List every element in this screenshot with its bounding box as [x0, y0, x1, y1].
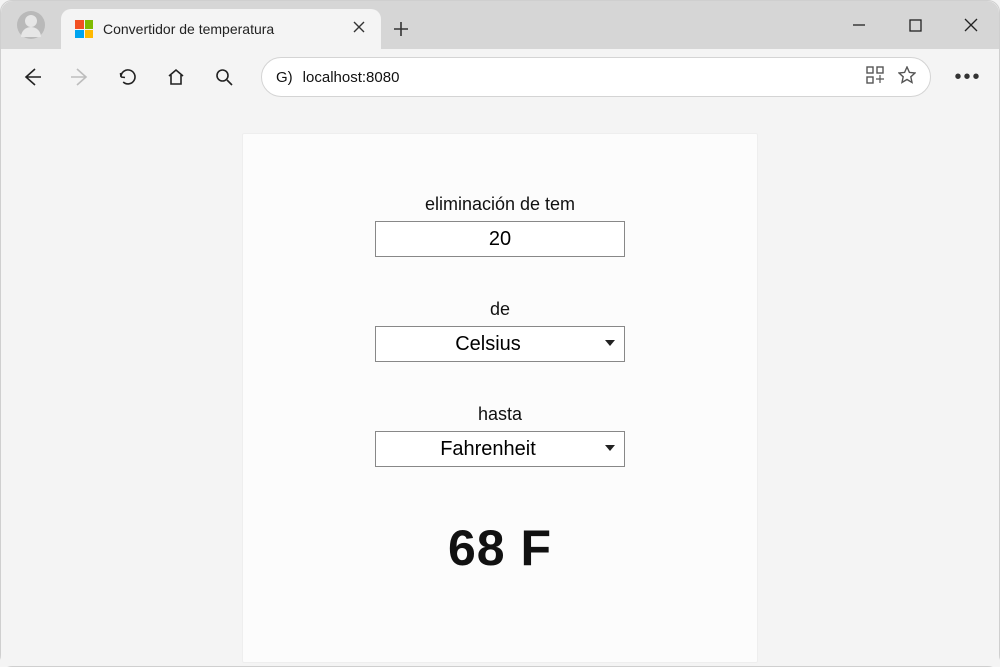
from-unit-select[interactable]: Celsius [375, 326, 625, 362]
result-display: 68 F [448, 519, 552, 577]
minimize-button[interactable] [831, 1, 887, 49]
browser-toolbar: G) localhost:8080 ••• [1, 49, 999, 105]
browser-tab[interactable]: Convertidor de temperatura [61, 9, 381, 49]
window-controls [831, 1, 999, 49]
search-button[interactable] [203, 56, 245, 98]
refresh-button[interactable] [107, 56, 149, 98]
more-menu-button[interactable]: ••• [947, 56, 989, 98]
home-button[interactable] [155, 56, 197, 98]
favicon-microsoft-icon [75, 20, 93, 38]
avatar-icon [17, 11, 45, 39]
close-window-button[interactable] [943, 1, 999, 49]
forward-button[interactable] [59, 56, 101, 98]
address-bar-actions [866, 66, 916, 89]
new-tab-button[interactable] [381, 9, 421, 49]
address-bar[interactable]: G) localhost:8080 [261, 57, 931, 97]
page-viewport: eliminación de tem de Celsius hasta Fahr… [1, 105, 999, 666]
apps-icon[interactable] [866, 66, 884, 89]
temperature-label: eliminación de tem [425, 194, 575, 215]
to-label: hasta [478, 404, 522, 425]
back-button[interactable] [11, 56, 53, 98]
from-unit-field: de Celsius [375, 299, 625, 362]
tab-title: Convertidor de temperatura [103, 21, 337, 37]
converter-card: eliminación de tem de Celsius hasta Fahr… [242, 133, 758, 663]
temperature-input[interactable] [375, 221, 625, 257]
temperature-field: eliminación de tem [375, 194, 625, 257]
to-unit-field: hasta Fahrenheit [375, 404, 625, 467]
to-unit-select[interactable]: Fahrenheit [375, 431, 625, 467]
tab-close-button[interactable] [347, 20, 371, 38]
window-titlebar: Convertidor de temperatura [1, 1, 999, 49]
profile-button[interactable] [1, 1, 61, 49]
address-url: localhost:8080 [303, 69, 856, 86]
address-prefix: G) [276, 69, 293, 86]
maximize-button[interactable] [887, 1, 943, 49]
from-label: de [490, 299, 510, 320]
favorite-icon[interactable] [898, 66, 916, 89]
